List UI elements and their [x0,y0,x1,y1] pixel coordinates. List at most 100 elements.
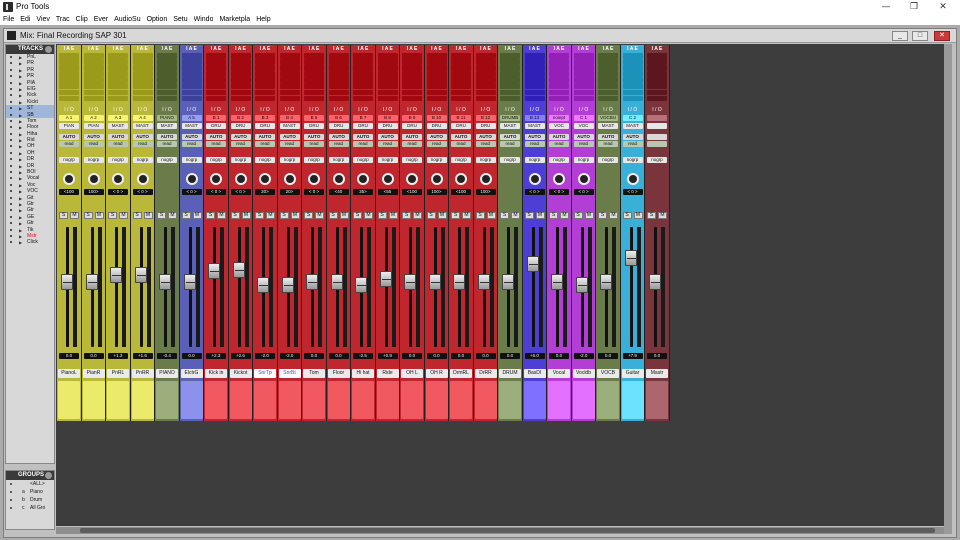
mix-window-title-bar[interactable]: Mix: Final Recording SAP 301 _ □ ✕ [4,29,956,43]
insert-slot[interactable] [524,53,545,59]
insert-slot[interactable] [108,65,128,71]
track-name[interactable]: PianR [82,369,105,378]
pan-knob[interactable] [112,173,124,185]
insert-slot[interactable] [181,53,202,59]
insert-slot[interactable] [573,53,594,59]
insert-slot[interactable] [524,71,545,77]
insert-slots[interactable] [500,53,520,105]
input-selector[interactable]: A 3 [108,115,128,121]
insert-slot[interactable] [132,77,153,83]
volume-fader[interactable] [477,273,490,290]
insert-slot[interactable] [230,95,251,102]
insert-slot[interactable] [475,71,496,77]
insert-slot[interactable] [157,59,177,65]
automation-mode-selector[interactable]: read [475,141,496,147]
insert-slot[interactable] [524,89,545,96]
insert-slot[interactable] [279,77,300,83]
insert-slot[interactable] [402,95,422,102]
insert-slots[interactable] [132,53,153,105]
insert-slots[interactable] [549,53,569,105]
output-selector[interactable]: MAST [279,123,300,129]
insert-slot[interactable] [206,53,226,59]
automation-mode-selector[interactable]: read [255,141,275,147]
insert-slot[interactable] [304,95,324,102]
insert-slot[interactable] [255,65,275,71]
automation-mode-selector[interactable]: read [108,141,128,147]
insert-slot[interactable] [500,89,520,96]
mute-button[interactable]: M [437,212,447,219]
insert-slot[interactable] [451,77,471,83]
group-list-item[interactable]: b Drum [6,496,54,504]
insert-slot[interactable] [59,83,79,89]
insert-slot[interactable] [157,89,177,96]
insert-slots[interactable] [255,53,275,105]
output-selector[interactable]: DRU [426,123,447,129]
track-visibility-icon[interactable] [10,100,12,103]
track-visibility-icon[interactable] [10,68,12,71]
insert-slot[interactable] [377,83,398,89]
track-visibility-icon[interactable] [10,215,12,218]
track-name[interactable]: Ride [376,369,399,378]
track-list-item[interactable]: ▶ Click [6,239,54,245]
output-selector[interactable]: MAST [622,123,643,129]
menu-item-2[interactable]: Viev [36,15,50,25]
mute-button[interactable]: M [94,212,104,219]
solo-button[interactable]: S [206,212,215,219]
comments-box[interactable] [548,381,570,419]
solo-button[interactable]: S [598,212,607,219]
pan-knob[interactable] [381,173,394,185]
insert-slot[interactable] [426,95,447,102]
mute-button[interactable]: M [70,212,79,219]
solo-button[interactable]: S [108,212,117,219]
volume-fader[interactable] [110,266,122,283]
automation-mode-selector[interactable]: read [402,141,422,147]
automation-mode-selector[interactable]: read [377,141,398,147]
insert-slot[interactable] [549,77,569,83]
insert-slot[interactable] [549,53,569,59]
solo-button[interactable]: S [279,212,289,219]
insert-slot[interactable] [622,83,643,89]
insert-slot[interactable] [59,65,79,71]
group-selector[interactable]: nogrp [279,157,300,163]
insert-slot[interactable] [83,65,104,71]
insert-slot[interactable] [230,83,251,89]
insert-slot[interactable] [451,95,471,102]
close-button[interactable]: ✕ [929,0,957,15]
insert-slot[interactable] [549,89,569,96]
insert-slot[interactable] [181,71,202,77]
insert-slot[interactable] [255,71,275,77]
insert-slot[interactable] [181,65,202,71]
insert-slot[interactable] [475,53,496,59]
pan-knob[interactable] [455,173,467,185]
input-selector[interactable]: B 13 [524,115,545,121]
insert-slot[interactable] [647,83,667,89]
group-active-icon[interactable] [10,491,12,493]
track-visibility-icon[interactable] [10,241,12,244]
automation-mode-selector[interactable] [647,141,667,147]
insert-slot[interactable] [573,95,594,102]
group-selector[interactable]: nogrp [402,157,422,163]
group-selector[interactable]: nogrp [108,157,128,163]
track-name[interactable]: PnRR [131,369,154,378]
track-name[interactable]: DrRR [474,369,497,378]
comments-box[interactable] [278,381,301,419]
insert-slot[interactable] [255,77,275,83]
menu-item-10[interactable]: Marketpla [219,15,250,25]
insert-slot[interactable] [451,83,471,89]
insert-slot[interactable] [549,71,569,77]
comments-box[interactable] [327,381,350,419]
insert-slot[interactable] [157,83,177,89]
mute-button[interactable]: M [413,212,422,219]
group-selector[interactable]: nogrp [622,157,643,163]
insert-slot[interactable] [402,89,422,96]
automation-mode-selector[interactable]: read [622,141,643,147]
insert-slot[interactable] [402,59,422,65]
track-visibility-icon[interactable] [10,196,12,199]
solo-button[interactable]: S [402,212,411,219]
insert-slot[interactable] [647,71,667,77]
insert-slot[interactable] [549,65,569,71]
insert-slot[interactable] [377,65,398,71]
insert-slots[interactable] [573,53,594,105]
pan-knob[interactable] [185,173,198,185]
comments-box[interactable] [254,381,276,419]
